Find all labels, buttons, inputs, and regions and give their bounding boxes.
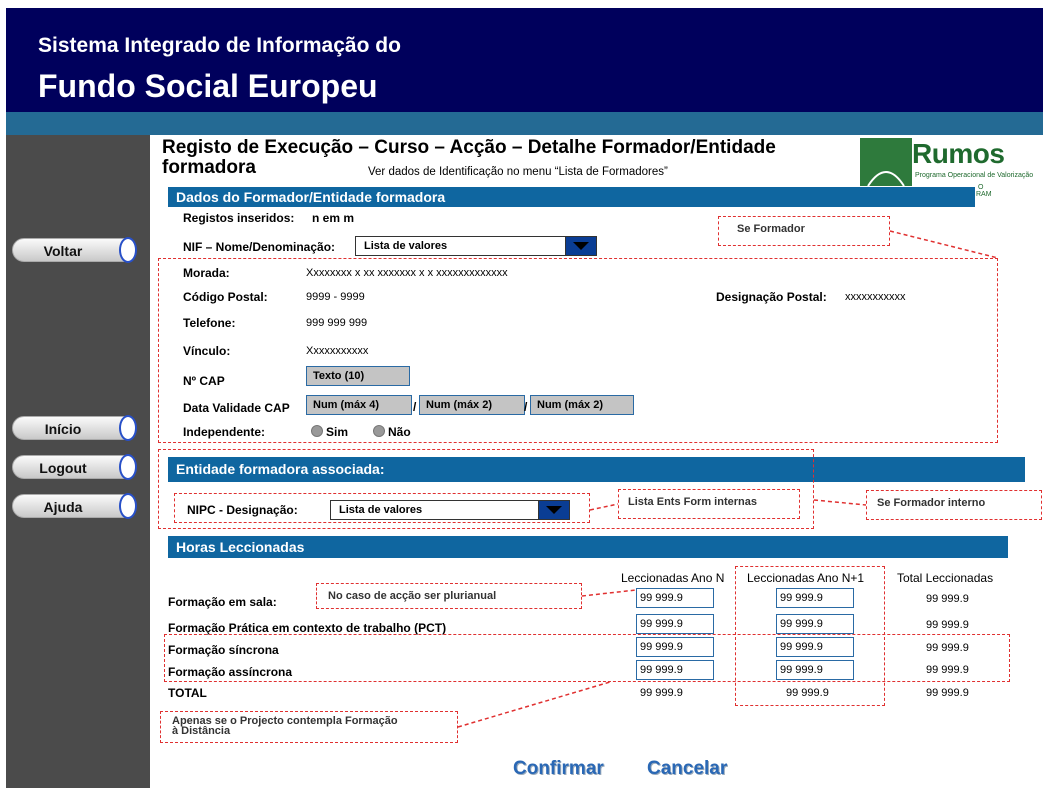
annotation-connectors xyxy=(457,230,999,728)
cancelar-button[interactable]: Cancelar xyxy=(647,758,727,780)
confirmar-button[interactable]: Confirmar xyxy=(513,758,604,780)
